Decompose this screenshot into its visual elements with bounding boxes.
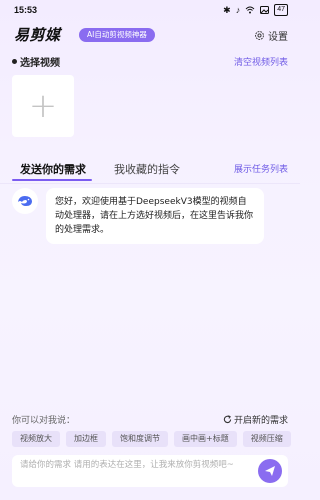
status-icons: ✱ ♪ 47	[223, 4, 288, 16]
tab-send-request[interactable]: 发送你的需求	[20, 161, 86, 177]
tab-bar: 发送你的需求 我收藏的指令 展示任务列表	[12, 158, 288, 182]
whale-logo-icon	[18, 196, 32, 206]
divider	[0, 183, 300, 184]
new-request-label: 开启新的需求	[233, 416, 288, 426]
gear-icon	[255, 31, 264, 40]
app-header: 易剪媒 AI自动剪视频神器 设置	[0, 20, 300, 48]
bullet-icon	[12, 59, 17, 64]
plus-icon: +	[28, 86, 58, 126]
battery-indicator: 47	[274, 4, 288, 16]
video-section-header: 选择视频 清空视频列表	[12, 54, 288, 70]
tab-saved-commands[interactable]: 我收藏的指令	[114, 161, 180, 177]
show-task-list-link[interactable]: 展示任务列表	[234, 162, 288, 175]
suggestion-chip[interactable]: 视频放大	[12, 431, 60, 447]
refresh-icon	[223, 415, 232, 424]
status-bar: 15:53 ✱ ♪ 47	[0, 0, 300, 20]
settings-label: 设置	[268, 32, 288, 43]
mute-icon: ♪	[235, 5, 241, 15]
tagline-badge: AI自动剪视频神器	[79, 28, 155, 42]
bluetooth-icon: ✱	[223, 5, 231, 15]
send-icon	[265, 466, 275, 476]
send-button[interactable]	[258, 459, 282, 483]
suggestion-chip[interactable]: 饱和度调节	[112, 431, 168, 447]
active-tab-indicator	[12, 179, 92, 181]
suggestion-chip[interactable]: 加边框	[66, 431, 106, 447]
bot-avatar	[12, 188, 38, 214]
clear-video-list-link[interactable]: 清空视频列表	[234, 55, 288, 68]
video-section-title: 选择视频	[20, 58, 60, 69]
suggestion-chips: 视频放大 加边框 饱和度调节 画中画+标题 视频压缩	[12, 431, 302, 447]
status-time: 15:53	[14, 5, 38, 15]
new-request-button[interactable]: 开启新的需求	[223, 413, 288, 426]
add-video-button[interactable]: +	[12, 75, 74, 137]
wifi-icon	[245, 6, 255, 14]
settings-button[interactable]: 设置	[254, 28, 288, 43]
suggestions-label: 你可以对我说：	[12, 416, 76, 426]
suggestion-chip[interactable]: 视频压缩	[242, 431, 291, 447]
bot-message-bubble: 您好，欢迎使用基于DeepseekV3模型的视频自动处理器，请在上方选好视频后，…	[46, 188, 264, 244]
request-input[interactable]	[20, 459, 250, 485]
image-icon	[260, 6, 270, 14]
app-logo: 易剪媒	[14, 26, 61, 44]
suggestion-chip[interactable]: 画中画+标题	[174, 431, 237, 447]
request-input-area	[12, 455, 288, 487]
